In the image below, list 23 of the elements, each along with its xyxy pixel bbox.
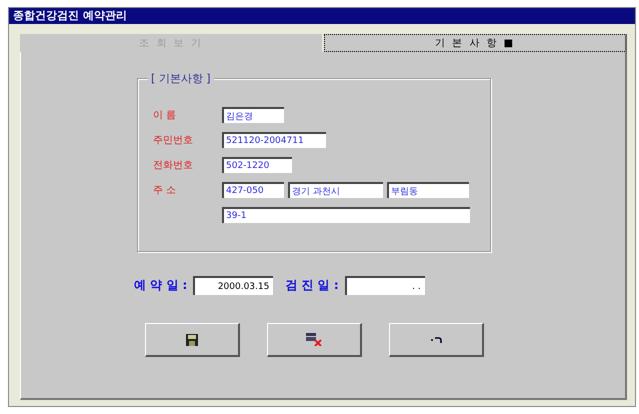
input-field[interactable]: 김은경 [222, 107, 284, 123]
tab[interactable]: 기 본 사 항 ■ [324, 34, 627, 52]
field-label: 주민번호 [153, 134, 194, 147]
date-field[interactable]: 2000.03.15 [193, 276, 274, 295]
undo-button[interactable] [389, 323, 484, 357]
input-field[interactable]: 427-050 [222, 182, 284, 198]
save-button[interactable] [145, 323, 240, 357]
input-field[interactable]: 경기 과천시 [288, 182, 383, 198]
date-label: 예 약 일 : [134, 277, 188, 294]
input-field[interactable]: 부림동 [387, 182, 469, 198]
date-label: 검 진 일 : [285, 277, 339, 294]
field-label: 주 소 [153, 184, 178, 197]
delete-button[interactable] [267, 323, 362, 357]
field-label: 전화번호 [153, 159, 194, 172]
group-legend: [ 기본사항 ] [148, 71, 214, 86]
date-field[interactable]: . . [344, 276, 425, 295]
input-field[interactable]: 39-1 [222, 207, 470, 223]
window-title: 종합건강검진 예약관리 [9, 8, 635, 24]
undo-icon [430, 336, 442, 344]
input-field[interactable]: 521120-2004711 [222, 132, 326, 148]
delete-icon [306, 333, 322, 346]
field-label: 이 름 [153, 109, 178, 122]
input-field[interactable]: 502-1220 [222, 157, 292, 173]
